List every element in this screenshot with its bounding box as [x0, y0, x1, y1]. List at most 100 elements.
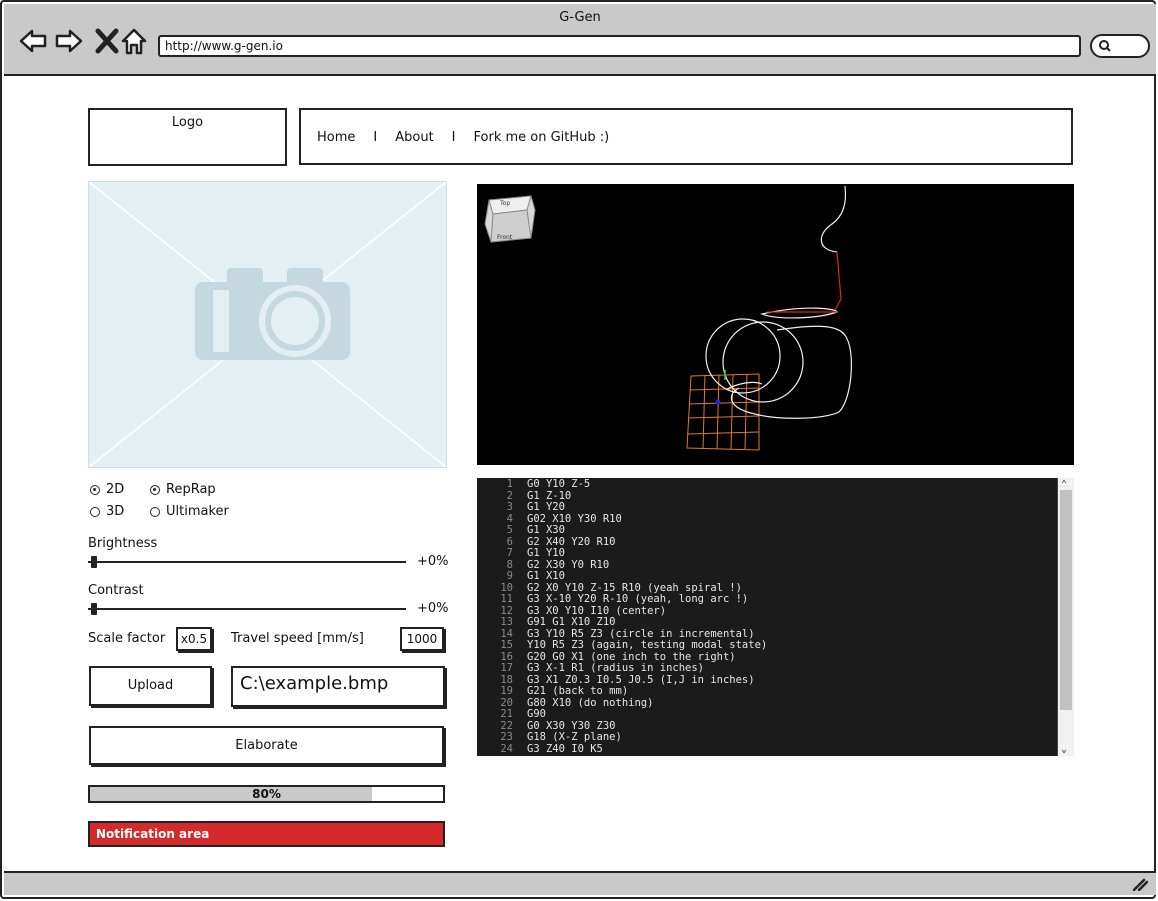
scale-factor-input[interactable]: x0.5	[176, 627, 212, 651]
home-icon[interactable]	[119, 26, 149, 56]
radio-2d-indicator[interactable]	[90, 484, 100, 495]
line-number: 23	[500, 731, 513, 743]
stop-icon[interactable]	[92, 26, 122, 56]
brightness-value: +0%	[417, 554, 449, 569]
line-number: 9	[506, 570, 513, 582]
nav-separator: I	[451, 130, 456, 145]
radio-ultimaker-label: Ultimaker	[166, 504, 229, 519]
line-number: 1	[506, 478, 513, 490]
code-text: G0 X30 Y30 Z30	[527, 719, 616, 732]
line-number: 11	[500, 593, 513, 605]
code-text: G20 G0 X1 (one inch to the right)	[527, 650, 736, 663]
view-cube-top: Top	[499, 200, 510, 207]
code-text: G3 X-10 Y20 R-10 (yeah, long arc !)	[527, 593, 749, 605]
3d-viewer[interactable]: Top Front	[477, 184, 1074, 465]
progress-bar: 80%	[88, 785, 445, 803]
code-text: G0 Y10 Z-5	[527, 478, 591, 490]
logo: Logo	[88, 108, 287, 166]
browser-window: G-Gen http://www.g-gen.io Logo Home I Ab…	[0, 0, 1156, 899]
travel-speed-input[interactable]: 1000	[400, 627, 444, 651]
window-title: G-Gen	[559, 10, 601, 25]
view-cube-front: Front	[497, 234, 513, 241]
travel-speed-label: Travel speed [mm/s]	[231, 631, 364, 646]
contrast-slider[interactable]	[88, 602, 406, 616]
scroll-up-icon[interactable]: ⌃	[1061, 479, 1067, 490]
line-number: 7	[506, 547, 513, 559]
code-text: G1 X30	[527, 524, 565, 536]
radio-reprap-label: RepRap	[166, 482, 216, 497]
forward-icon[interactable]	[54, 26, 84, 56]
url-bar[interactable]: http://www.g-gen.io	[158, 35, 1081, 57]
radio-reprap-indicator[interactable]	[150, 484, 160, 495]
contrast-slider-handle[interactable]	[91, 603, 97, 615]
editor-scrollbar[interactable]: ⌃ ⌄	[1057, 478, 1074, 756]
line-number: 19	[500, 685, 513, 697]
scale-factor-label: Scale factor	[88, 631, 166, 646]
camera-icon	[89, 182, 446, 467]
contrast-value: +0%	[417, 601, 449, 616]
browser-titlebar: G-Gen http://www.g-gen.io	[4, 4, 1156, 76]
radio-3d-indicator[interactable]	[90, 506, 100, 517]
notification-area: Notification area	[88, 821, 445, 847]
nav-github[interactable]: Fork me on GitHub :)	[474, 130, 610, 145]
code-text: G91 G1 X10 Z10	[527, 616, 616, 628]
editor-scroll-thumb[interactable]	[1060, 490, 1072, 710]
line-number: 15	[500, 639, 513, 651]
nav-separator: I	[373, 130, 378, 145]
radio-2d-label: 2D	[106, 482, 125, 497]
radio-2d[interactable]: 2D	[90, 482, 124, 497]
code-text: Y10 R5 Z3 (again, testing modal state)	[527, 639, 768, 651]
brightness-label: Brightness	[88, 536, 158, 551]
radio-3d-label: 3D	[106, 504, 125, 519]
code-text: G2 X30 Y0 R10	[527, 558, 610, 571]
code-text: G3 X1 Z0.3 I0.5 J0.5 (I,J in inches)	[527, 673, 755, 686]
code-text: G2 X0 Y10 Z-15 R10 (yeah spiral !)	[527, 581, 742, 594]
radio-ultimaker-indicator[interactable]	[150, 506, 160, 517]
code-text: G1 Y10	[527, 547, 565, 559]
line-number: 3	[506, 501, 513, 513]
progress-text: 80%	[252, 787, 281, 801]
nav-home[interactable]: Home	[317, 130, 355, 145]
code-text: G1 X10	[527, 570, 565, 582]
gcode-editor[interactable]: 1 G0 Y10 Z-5 2 G1 Z-10 3 G1 Y20 4 G02 X10 Y30 R…	[477, 478, 1074, 756]
file-path-field[interactable]: C:\example.bmp	[231, 666, 445, 707]
browser-search[interactable]	[1090, 34, 1150, 58]
back-icon[interactable]	[18, 26, 48, 56]
radio-reprap[interactable]: RepRap	[150, 482, 216, 497]
radio-3d[interactable]: 3D	[90, 504, 124, 519]
view-cube[interactable]: Top Front	[484, 195, 536, 243]
radio-ultimaker[interactable]: Ultimaker	[150, 504, 229, 519]
code-text: G3 X0 Y10 I10 (center)	[527, 604, 667, 617]
image-preview	[88, 181, 447, 468]
code-line[interactable]: 24 G3 Z40 I0 K5	[477, 742, 603, 756]
browser-statusbar	[4, 871, 1156, 895]
code-text: G1 Y20	[527, 501, 565, 513]
elaborate-button[interactable]: Elaborate	[89, 726, 444, 765]
code-text: G02 X10 Y30 R10	[527, 512, 622, 525]
line-number: 24	[500, 742, 513, 755]
code-text: G1 Z-10	[527, 489, 572, 502]
code-text: G3 Y10 R5 Z3 (circle in incremental)	[527, 627, 755, 640]
brightness-slider-handle[interactable]	[91, 556, 97, 568]
code-text: G90	[527, 708, 546, 720]
resize-grip-icon[interactable]	[1132, 877, 1148, 891]
code-text: G2 X40 Y20 R10	[527, 535, 616, 548]
brightness-slider[interactable]	[88, 555, 406, 569]
code-text: G80 X10 (do nothing)	[527, 696, 654, 709]
contrast-label: Contrast	[88, 583, 144, 598]
toolpath	[705, 185, 852, 419]
code-text: G3 X-1 R1 (radius in inches)	[527, 662, 705, 674]
code-text: G3 Z40 I0 K5	[527, 742, 603, 755]
nav-about[interactable]: About	[395, 130, 433, 145]
code-text: G21 (back to mm)	[527, 685, 629, 697]
line-number: 21	[500, 708, 513, 720]
line-number: 13	[500, 616, 513, 628]
upload-button[interactable]: Upload	[89, 666, 212, 706]
travel-moves	[767, 251, 842, 313]
line-number: 17	[500, 662, 513, 674]
scroll-down-icon[interactable]: ⌄	[1061, 744, 1067, 755]
toolpath-render: Top Front	[484, 185, 852, 451]
code-text: G18 (X-Z plane)	[527, 731, 622, 743]
search-icon	[1099, 40, 1111, 52]
line-number: 5	[506, 524, 513, 536]
